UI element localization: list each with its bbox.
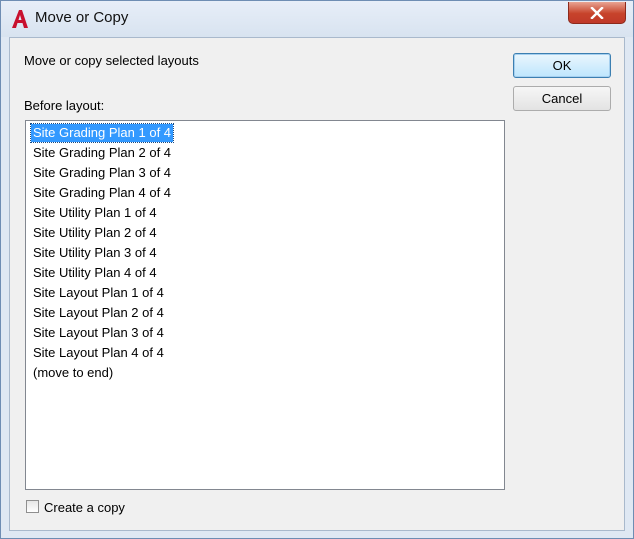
layout-list-item[interactable]: Site Layout Plan 4 of 4 — [31, 344, 166, 362]
before-layout-label: Before layout: — [24, 98, 105, 113]
layout-list-item[interactable]: (move to end) — [31, 364, 115, 382]
layout-list-item[interactable]: Site Grading Plan 1 of 4 — [29, 123, 175, 143]
layout-listbox[interactable]: Site Grading Plan 1 of 4 Site Grading Pla… — [25, 120, 505, 490]
ok-button-label: OK — [552, 58, 572, 73]
cancel-button-label: Cancel — [541, 91, 583, 106]
layout-list-item[interactable]: Site Layout Plan 1 of 4 — [31, 284, 166, 302]
layout-list-item[interactable]: Site Grading Plan 3 of 4 — [31, 164, 173, 182]
window-title: Move or Copy — [35, 9, 129, 26]
close-x-icon — [590, 6, 604, 19]
layout-list-item[interactable]: Site Utility Plan 1 of 4 — [31, 204, 159, 222]
layout-list-item[interactable]: Site Grading Plan 2 of 4 — [31, 144, 173, 162]
cancel-button[interactable]: Cancel — [513, 86, 611, 111]
layout-list-item[interactable]: Site Utility Plan 3 of 4 — [31, 244, 159, 262]
layout-list-item[interactable]: Site Utility Plan 2 of 4 — [31, 224, 159, 242]
layout-list-item[interactable]: Site Utility Plan 4 of 4 — [31, 264, 159, 282]
autocad-a-icon — [12, 10, 28, 28]
dialog-client-area: Move or copy selected layouts Before lay… — [9, 37, 625, 531]
title-bar[interactable]: Move or Copy — [1, 1, 633, 37]
layout-list-item[interactable]: Site Layout Plan 3 of 4 — [31, 324, 166, 342]
ok-button[interactable]: OK — [513, 53, 611, 78]
create-copy-checkbox[interactable] — [26, 500, 39, 513]
layout-list-item[interactable]: Site Grading Plan 4 of 4 — [31, 184, 173, 202]
prompt-text: Move or copy selected layouts — [24, 53, 199, 68]
layout-list-item[interactable]: Site Layout Plan 2 of 4 — [31, 304, 166, 322]
create-copy-label[interactable]: Create a copy — [44, 500, 125, 515]
move-or-copy-dialog: Move or Copy Move or copy selected layou… — [0, 0, 634, 539]
close-button[interactable] — [568, 2, 626, 24]
